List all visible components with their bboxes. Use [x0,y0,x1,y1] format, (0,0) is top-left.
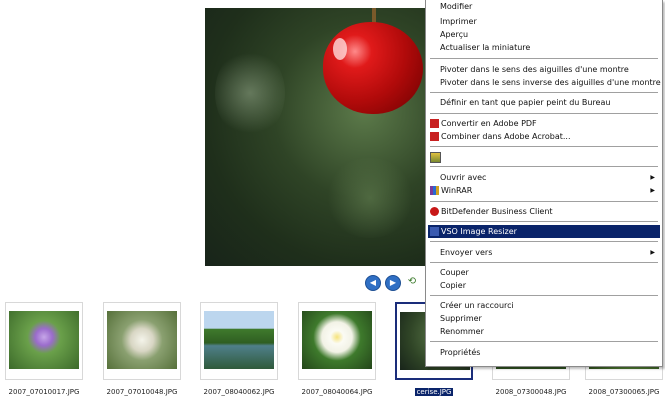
thumbnail-frame [298,302,376,380]
context-menu: Modifier Imprimer Aperçu Actualiser la m… [425,0,663,367]
menu-item-renommer[interactable]: Renommer [428,325,660,338]
menu-item-modifier[interactable]: Modifier [428,0,660,13]
menu-item-papier-peint[interactable]: Définir en tant que papier peint du Bure… [428,96,660,109]
menu-separator [430,201,658,202]
menu-item-supprimer[interactable]: Supprimer [428,312,660,325]
winrar-icon [430,186,439,195]
menu-item-creer-raccourci[interactable]: Créer un raccourci [428,299,660,312]
thumbnail-label: cerise.JPG [414,388,454,396]
previous-image-icon[interactable]: ◀ [365,275,381,291]
menu-item-proprietes[interactable]: Propriétés [428,346,660,359]
submenu-arrow-icon: ▶ [650,174,655,181]
background-blur [325,158,415,238]
rotate-icon[interactable]: ⟲ [405,275,419,289]
thumbnail-label: 2008_07300065.JPG [588,388,660,396]
menu-separator [430,341,658,342]
menu-item-apercu[interactable]: Aperçu [428,28,660,41]
menu-separator [430,241,658,242]
thumbnail-item[interactable]: 2007_07010017.JPG [4,302,84,396]
menu-item-imprimer[interactable]: Imprimer [428,15,660,28]
thumbnail-frame [103,302,181,380]
cherry-photo [323,22,423,114]
thumbnail-label: 2007_08040062.JPG [203,388,275,396]
menu-separator [430,113,658,114]
menu-item-convertir-pdf[interactable]: Convertir en Adobe PDF [428,117,660,130]
next-image-icon[interactable]: ▶ [385,275,401,291]
vso-icon [430,227,439,236]
menu-item-vso-image-resizer[interactable]: VSO Image Resizer [428,225,660,238]
thumbnail-label: 2007_08040064.JPG [301,388,373,396]
thumbnail-label: 2007_07010048.JPG [106,388,178,396]
thumbnail-image [9,311,79,369]
thumbnail-image [107,311,177,369]
menu-separator [430,146,658,147]
menu-item-envoyer-vers[interactable]: Envoyer vers ▶ [428,246,660,259]
thumbnail-label: 2008_07300048.JPG [495,388,567,396]
menu-separator [430,262,658,263]
menu-item-combiner-acrobat[interactable]: Combiner dans Adobe Acrobat... [428,130,660,143]
menu-item-pivoter-horaire[interactable]: Pivoter dans le sens des aiguilles d'une… [428,63,660,76]
submenu-arrow-icon: ▶ [650,187,655,194]
thumbnail-image [204,311,274,369]
viewer-navigation: ◀ ▶ ⟲ [365,275,419,291]
menu-separator [430,58,658,59]
menu-item-copier[interactable]: Copier [428,279,660,292]
thumbnail-label: 2007_07010017.JPG [8,388,80,396]
cherry-highlight [333,38,347,60]
thumbnail-item[interactable]: 2007_07010048.JPG [102,302,182,396]
bitdefender-icon [430,207,439,216]
menu-item-winrar[interactable]: WinRAR ▶ [428,184,660,197]
menu-separator [430,295,658,296]
image-preview [205,8,432,266]
menu-item-image-tool[interactable] [428,150,660,163]
menu-item-couper[interactable]: Couper [428,266,660,279]
menu-item-pivoter-antihoraire[interactable]: Pivoter dans le sens inverse des aiguill… [428,76,661,89]
menu-separator [430,166,658,167]
adobe-acrobat-icon [430,132,439,141]
menu-item-actualiser-miniature[interactable]: Actualiser la miniature [428,41,660,54]
thumbnail-item[interactable]: 2007_08040062.JPG [199,302,279,396]
menu-separator [430,92,658,93]
thumbnail-frame [200,302,278,380]
thumbnail-item[interactable]: 2007_08040064.JPG [297,302,377,396]
menu-separator [430,221,658,222]
thumbnail-frame [5,302,83,380]
thumbnail-image [302,311,372,369]
background-blur [215,48,285,138]
adobe-pdf-icon [430,119,439,128]
submenu-arrow-icon: ▶ [650,249,655,256]
menu-item-bitdefender[interactable]: BitDefender Business Client [428,205,660,218]
menu-item-ouvrir-avec[interactable]: Ouvrir avec ▶ [428,171,660,184]
image-tool-icon [430,152,441,163]
